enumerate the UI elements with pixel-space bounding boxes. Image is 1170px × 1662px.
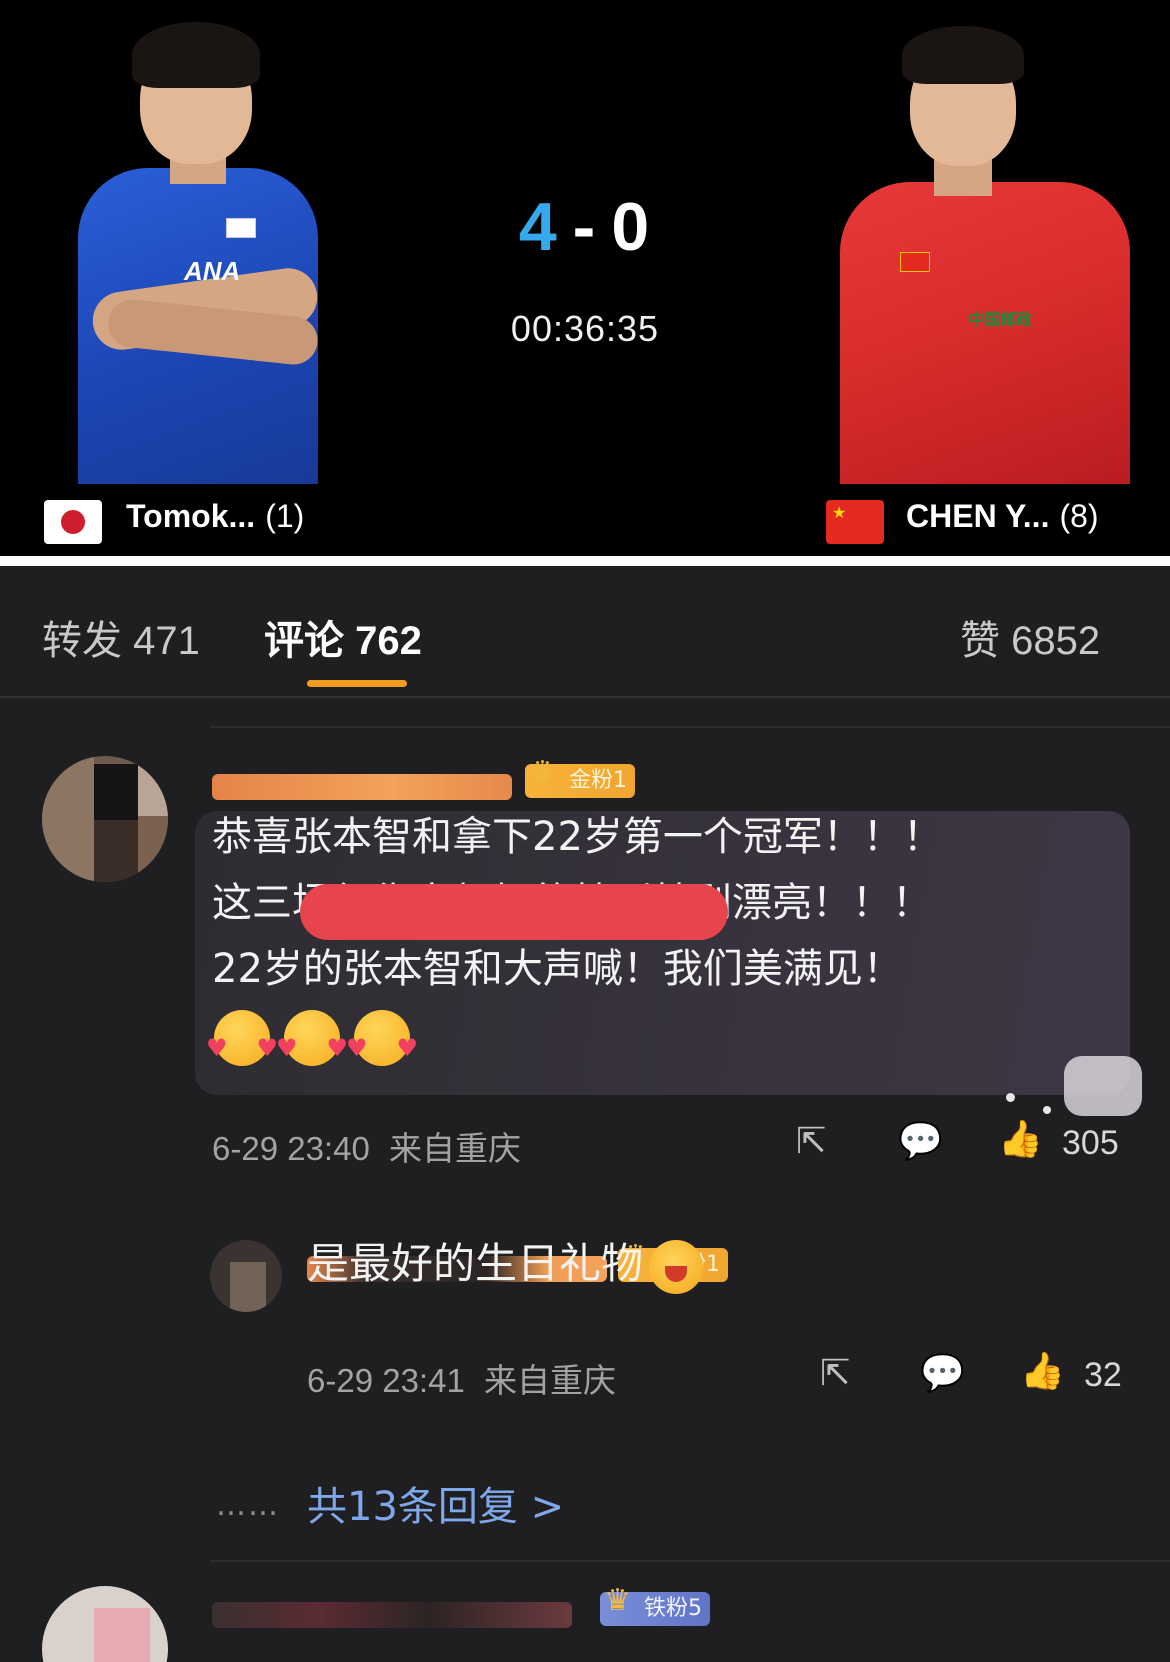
reply-text: 是最好的生日礼物 <box>307 1230 704 1294</box>
crown-icon: ♛ <box>529 755 556 790</box>
bubble-dot-icon <box>1006 1093 1015 1102</box>
reply-text-content: 是最好的生日礼物 <box>307 1239 644 1288</box>
commenter-username-2[interactable] <box>212 1602 572 1628</box>
image-divider <box>0 556 1170 566</box>
fan-badge-2-label: 铁粉5 <box>644 1596 702 1621</box>
reply-share-icon[interactable]: ⇱ <box>820 1354 850 1394</box>
match-banner: ANA 中国邮政 4-0 00:36:35 Tomok...(1) CHEN Y… <box>0 0 1170 556</box>
commenter-username[interactable] <box>212 774 512 800</box>
china-flag-icon <box>826 500 884 544</box>
score-left: 4 <box>518 189 559 265</box>
score-separator: - <box>572 189 598 265</box>
smiling-hearts-emoji-icon <box>346 1010 418 1066</box>
commenter-avatar[interactable] <box>42 756 168 882</box>
redaction-mark <box>300 884 728 940</box>
reply-avatar[interactable] <box>210 1240 282 1312</box>
commenter-avatar-2[interactable] <box>42 1586 168 1662</box>
crown-icon: ♛ <box>604 1583 631 1618</box>
match-timer: 00:36:35 <box>510 308 660 349</box>
bubble-dot-icon <box>1043 1106 1051 1114</box>
reply-time: 6-29 23:41 <box>307 1362 465 1399</box>
player-left-seed: (1) <box>265 498 305 534</box>
comment-line-1: 恭喜张本智和拿下22岁第一个冠军！！！ <box>212 814 943 860</box>
reply-like-count: 32 <box>1084 1356 1122 1394</box>
smiling-hearts-emoji-icon <box>206 1010 278 1066</box>
like-icon[interactable]: 👍 <box>998 1120 1043 1160</box>
comment-meta: 6-29 23:40 来自重庆 <box>212 1122 521 1170</box>
fan-badge-2: ♛ 铁粉5 <box>600 1584 710 1626</box>
comment-line-3: 22岁的张本智和大声喊！我们美满见！ <box>212 946 903 992</box>
player-right-name: CHEN Y... (8) <box>906 498 1099 535</box>
tab-divider <box>0 696 1170 698</box>
player-left-name: Tomok... (1) <box>126 498 304 535</box>
like-count: 305 <box>1062 1124 1119 1162</box>
reply-location: 来自重庆 <box>483 1362 616 1399</box>
share-icon[interactable]: ⇱ <box>796 1122 826 1162</box>
tab-comments[interactable]: 评论 762 <box>264 608 422 666</box>
comment-divider <box>210 1560 1170 1562</box>
tab-repost[interactable]: 转发 471 <box>42 608 200 666</box>
comment-panel: 转发 471 评论 762 赞 6852 ♛ 金粉1 恭喜张本智和拿下22岁第一个… <box>0 566 1170 1662</box>
laughing-emoji-icon <box>649 1239 704 1294</box>
comment-emojis <box>206 1010 424 1066</box>
comment-time: 6-29 23:40 <box>212 1130 370 1167</box>
player-right-name-text: CHEN Y... <box>906 498 1050 534</box>
player-left-name-text: Tomok... <box>126 498 256 534</box>
japan-flag-icon <box>44 500 102 544</box>
reply-meta: 6-29 23:41 来自重庆 <box>307 1354 616 1402</box>
score-right: 0 <box>611 189 652 265</box>
player-right-seed: (8) <box>1059 498 1099 534</box>
active-tab-indicator <box>307 680 407 687</box>
smiling-hearts-emoji-icon <box>276 1010 348 1066</box>
comment-location: 来自重庆 <box>388 1130 521 1167</box>
reply-like-icon[interactable]: 👍 <box>1020 1352 1065 1392</box>
tab-bar: 转发 471 评论 762 赞 6852 <box>0 566 1170 696</box>
more-replies-link[interactable]: 共13条回复 > <box>307 1474 564 1532</box>
bubble-sticker-icon <box>1064 1056 1142 1116</box>
fan-badge: ♛ 金粉1 <box>525 756 635 798</box>
reply-icon[interactable]: 💬 <box>898 1122 943 1162</box>
comment-top-divider <box>210 726 1170 728</box>
reply-comment-icon[interactable]: 💬 <box>920 1354 965 1394</box>
more-replies-dots: …… <box>216 1488 280 1523</box>
fan-badge-label: 金粉1 <box>569 768 627 793</box>
tab-likes[interactable]: 赞 6852 <box>960 608 1100 666</box>
match-score: 4-0 <box>0 188 1170 266</box>
